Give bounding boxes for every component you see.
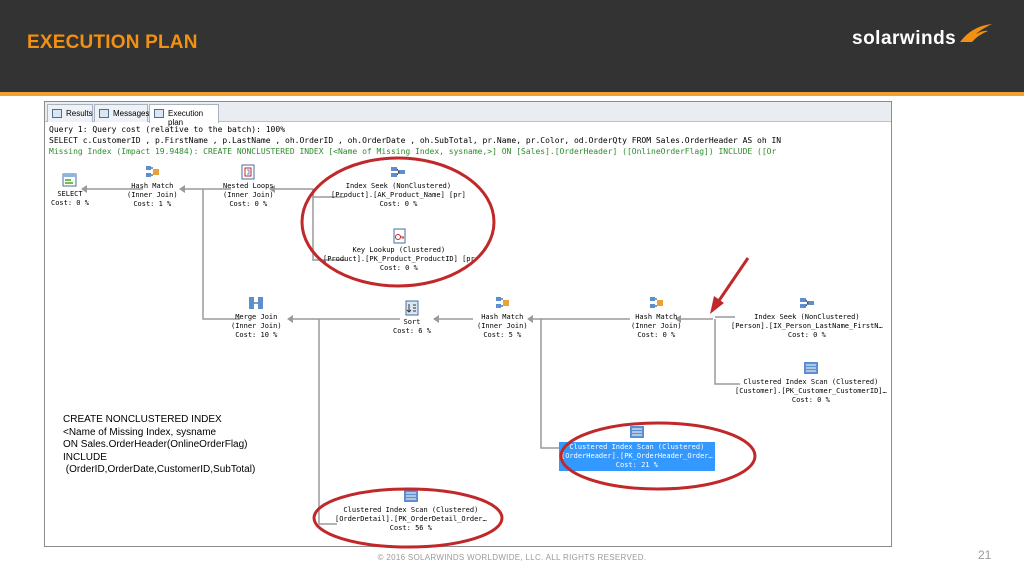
note-line: ON Sales.OrderHeader(OnlineOrderFlag)	[63, 439, 248, 450]
node-cost: Cost: 6 %	[393, 327, 431, 335]
node-detail: [Product].[AK_Product_Name] [pr]	[331, 191, 466, 199]
node-cost: Cost: 1 %	[133, 200, 172, 208]
plan-node-hash-match-2[interactable]: Hash Match (Inner Join) Cost: 5 %	[477, 295, 528, 340]
merge-join-icon	[249, 297, 264, 309]
plan-node-key-lookup[interactable]: Key Lookup (Clustered) [Product].[PK_Pro…	[323, 228, 475, 273]
node-name: Index Seek (NonClustered)	[345, 182, 452, 190]
plan-node-index-seek-person[interactable]: Index Seek (NonClustered) [Person].[IX_P…	[731, 295, 883, 340]
node-detail: [Customer].[PK_Customer_CustomerID]…	[735, 387, 887, 395]
node-detail: [Person].[IX_Person_LastName_FirstN…	[731, 322, 883, 330]
ssms-results-window: Results Messages Execution plan Query 1:…	[44, 101, 892, 547]
plan-node-sort[interactable]: Sort Cost: 6 %	[393, 300, 431, 336]
copyright-footer: © 2016 SOLARWINDS WORLDWIDE, LLC. ALL RI…	[377, 553, 647, 562]
node-name: Hash Match	[131, 182, 174, 190]
node-cost: Cost: 0 %	[637, 331, 676, 339]
node-cost: Cost: 0 %	[51, 199, 89, 207]
plan-node-index-seek-product[interactable]: Index Seek (NonClustered) [Product].[AK_…	[331, 164, 466, 209]
note-line: <Name of Missing Index, sysname	[63, 426, 217, 438]
index-seek-icon	[391, 167, 406, 177]
node-name: Index Seek (NonClustered)	[754, 313, 860, 321]
plan-node-nested-loops[interactable]: Nested Loops (Inner Join) Cost: 0 %	[223, 164, 274, 209]
node-detail: [OrderHeader].[PK_OrderHeader_Order…	[561, 452, 713, 460]
node-detail: (Inner Join)	[127, 191, 178, 199]
note-line: (OrderID,OrderDate,CustomerID,SubTotal)	[63, 464, 256, 475]
hash-match-icon	[496, 297, 510, 308]
node-cost: Cost: 0 %	[787, 331, 826, 339]
node-cost: Cost: 10 %	[235, 331, 278, 339]
solarwinds-logo: solarwinds	[852, 28, 957, 49]
node-cost: Cost: 0 %	[229, 200, 268, 208]
node-name: Hash Match	[635, 313, 678, 321]
node-name: SELECT	[57, 190, 83, 198]
clustered-index-scan-icon	[629, 426, 644, 438]
logo-flame-icon	[960, 24, 992, 42]
plan-node-hash-match-3[interactable]: Hash Match (Inner Join) Cost: 0 %	[631, 295, 682, 340]
plan-node-merge-join[interactable]: Merge Join (Inner Join) Cost: 10 %	[231, 295, 282, 340]
index-seek-icon	[799, 298, 814, 308]
select-icon	[62, 173, 77, 187]
slide-title: EXECUTION PLAN	[27, 32, 198, 53]
key-lookup-icon	[393, 228, 406, 244]
note-line: INCLUDE	[63, 451, 107, 463]
header-accent-stripe	[0, 92, 1024, 96]
node-detail: (Inner Join)	[223, 191, 274, 199]
node-detail: (Inner Join)	[231, 322, 282, 330]
plan-node-clustered-scan-orderheader[interactable]: Clustered Index Scan (Clustered) [OrderH…	[559, 424, 715, 471]
plan-node-select[interactable]: SELECT Cost: 0 %	[51, 172, 89, 208]
node-detail: (Inner Join)	[631, 322, 682, 330]
node-name: Clustered Index Scan (Clustered)	[743, 378, 879, 386]
node-name: Nested Loops	[223, 182, 274, 190]
nested-loops-icon	[241, 164, 255, 180]
note-line: CREATE NONCLUSTERED INDEX	[63, 414, 222, 425]
clustered-index-scan-icon	[803, 362, 818, 374]
node-detail: [OrderDetail].[PK_OrderDetail_Order…	[335, 515, 487, 523]
missing-index-note: CREATE NONCLUSTERED INDEX <Name of Missin…	[63, 414, 255, 477]
page-number: 21	[978, 548, 992, 562]
node-name: Hash Match	[481, 313, 524, 321]
clustered-index-scan-icon	[403, 490, 418, 502]
node-name: Key Lookup (Clustered)	[352, 246, 446, 254]
sort-icon	[405, 300, 419, 316]
plan-node-hash-match-1[interactable]: Hash Match (Inner Join) Cost: 1 %	[127, 164, 178, 209]
node-cost: Cost: 21 %	[615, 461, 658, 469]
node-cost: Cost: 0 %	[791, 396, 830, 404]
node-cost: Cost: 56 %	[389, 524, 432, 532]
plan-node-clustered-scan-orderdetail[interactable]: Clustered Index Scan (Clustered) [OrderD…	[335, 488, 487, 533]
node-name: Merge Join	[235, 313, 278, 321]
node-name: Sort	[403, 318, 421, 326]
node-detail: [Product].[PK_Product_ProductID] [pr	[323, 255, 475, 263]
node-name: Clustered Index Scan (Clustered)	[343, 506, 479, 514]
hash-match-icon	[650, 297, 664, 308]
node-cost: Cost: 5 %	[483, 331, 522, 339]
node-detail: (Inner Join)	[477, 322, 528, 330]
plan-node-clustered-scan-customer[interactable]: Clustered Index Scan (Clustered) [Custom…	[735, 360, 887, 405]
node-cost: Cost: 0 %	[379, 200, 418, 208]
node-name: Clustered Index Scan (Clustered)	[569, 443, 705, 451]
node-cost: Cost: 0 %	[379, 264, 418, 272]
hash-match-icon	[146, 166, 160, 177]
